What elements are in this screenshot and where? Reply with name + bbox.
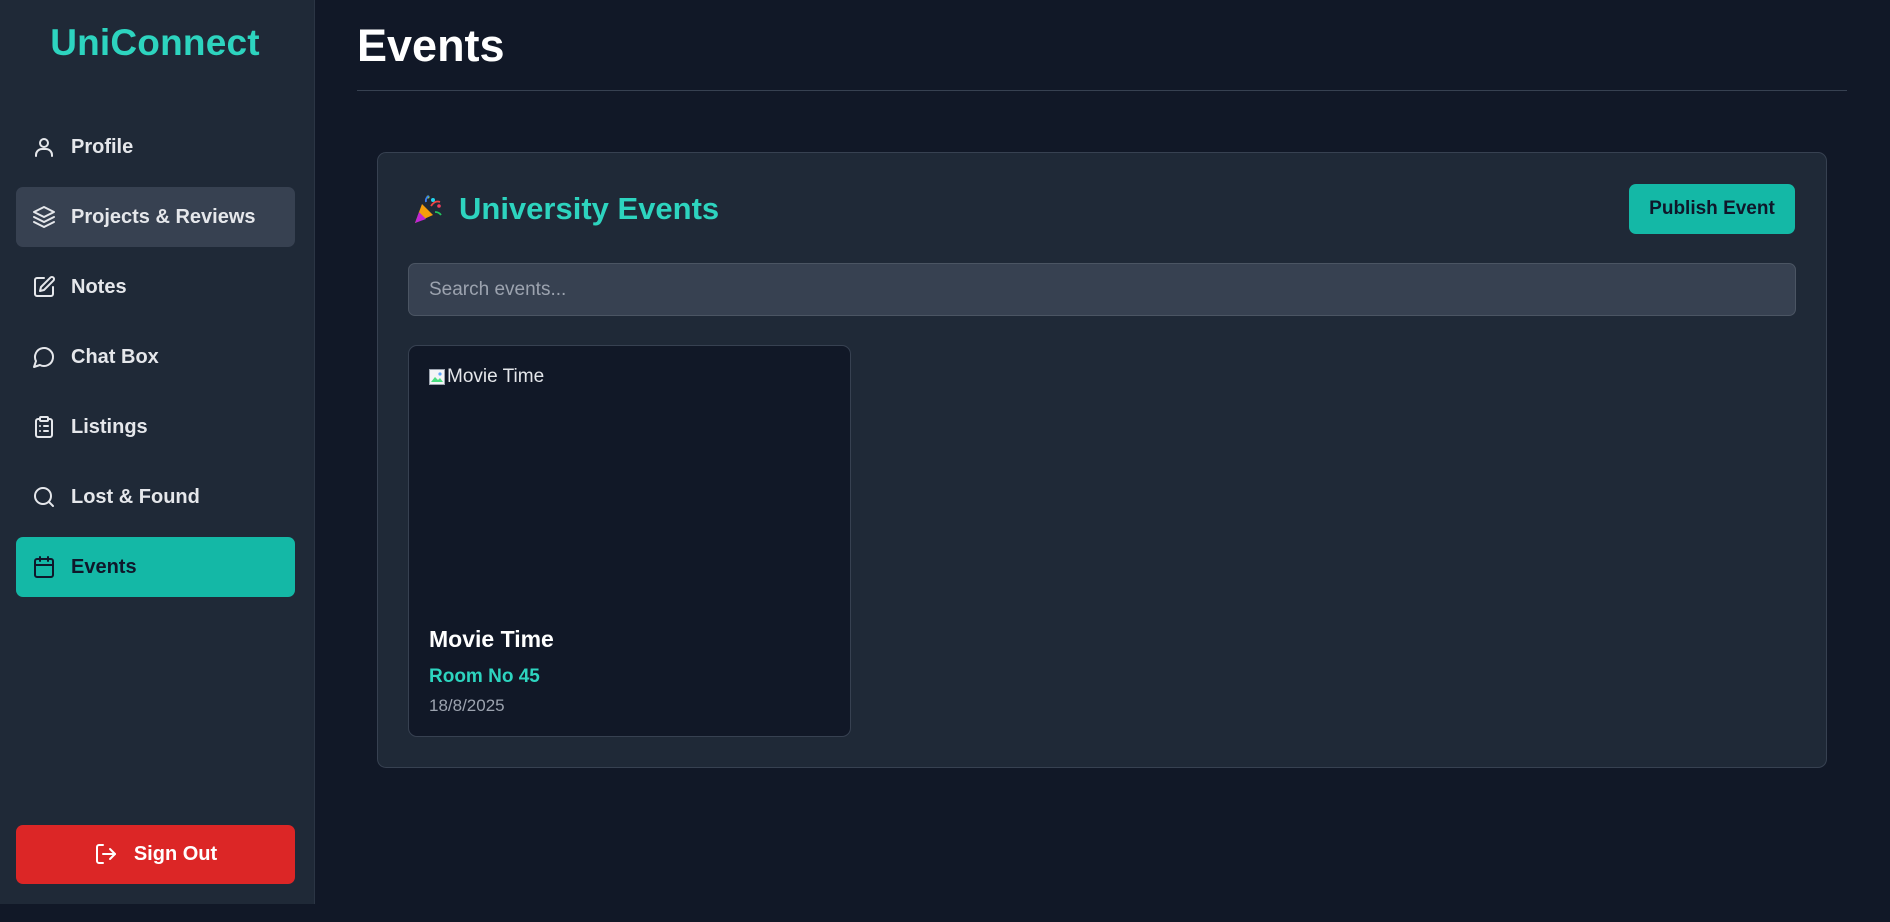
broken-image-icon: [429, 369, 445, 385]
sidebar-item-events[interactable]: Events: [16, 537, 295, 597]
search-icon: [31, 484, 57, 510]
logout-icon: [94, 842, 120, 868]
publish-event-button[interactable]: Publish Event: [1629, 184, 1795, 234]
sidebar: UniConnect Profile Projects & Reviews No…: [0, 0, 315, 904]
sidebar-item-profile[interactable]: Profile: [16, 117, 295, 177]
events-heading-text: University Events: [459, 191, 720, 226]
event-image-alt-text: Movie Time: [447, 366, 545, 387]
event-card[interactable]: Movie Time Movie Time Room No 45 18/8/20…: [408, 345, 851, 737]
sidebar-item-chat-box[interactable]: Chat Box: [16, 327, 295, 387]
sidebar-item-lost-found[interactable]: Lost & Found: [16, 467, 295, 527]
user-icon: [31, 134, 57, 160]
search-events-input[interactable]: [408, 263, 1796, 316]
sidebar-item-notes[interactable]: Notes: [16, 257, 295, 317]
layers-icon: [31, 204, 57, 230]
event-image: Movie Time: [429, 366, 830, 606]
events-heading: University Events: [411, 191, 719, 227]
sidebar-item-label: Lost & Found: [71, 485, 200, 508]
sidebar-item-label: Chat Box: [71, 345, 159, 368]
sidebar-item-projects-reviews[interactable]: Projects & Reviews: [16, 187, 295, 247]
sidebar-item-label: Events: [71, 555, 137, 578]
edit-icon: [31, 274, 57, 300]
brand-logo[interactable]: UniConnect: [0, 22, 310, 64]
sidebar-item-listings[interactable]: Listings: [16, 397, 295, 457]
sidebar-item-label: Projects & Reviews: [71, 205, 256, 228]
sign-out-button[interactable]: Sign Out: [16, 825, 295, 884]
party-popper-icon: [411, 192, 445, 226]
sidebar-nav: Profile Projects & Reviews Notes Chat Bo…: [16, 117, 295, 607]
event-date: 18/8/2025: [429, 696, 505, 715]
sidebar-item-label: Profile: [71, 135, 134, 158]
clipboard-list-icon: [31, 414, 57, 440]
calendar-icon: [31, 554, 57, 580]
sign-out-label: Sign Out: [133, 843, 218, 865]
title-divider: [357, 90, 1847, 91]
sidebar-item-label: Notes: [71, 275, 127, 298]
sidebar-item-label: Listings: [71, 415, 148, 438]
page-title: Events: [357, 20, 505, 71]
event-location: Room No 45: [429, 666, 540, 687]
app-root: UniConnect Profile Projects & Reviews No…: [0, 0, 1890, 922]
chat-bubble-icon: [31, 344, 57, 370]
event-title: Movie Time: [429, 626, 554, 652]
events-panel: University Events Publish Event Movie Ti…: [377, 152, 1827, 768]
